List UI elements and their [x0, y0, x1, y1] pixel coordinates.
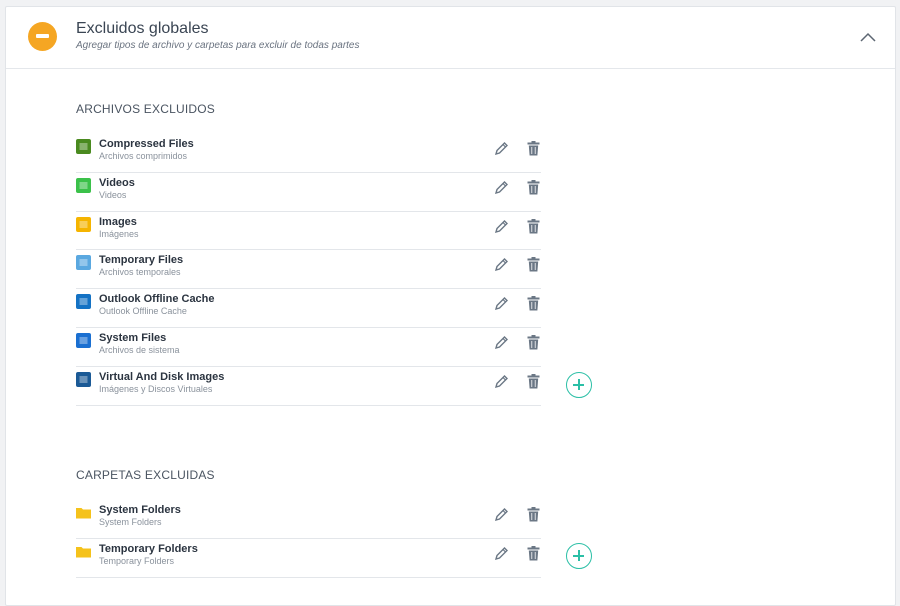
excluded-file-row: Outlook Offline Cache Outlook Offline Cac…: [76, 289, 541, 328]
excluded-folder-description: System Folders: [99, 517, 162, 527]
system-folder-icon: [76, 505, 91, 520]
excluded-file-row: Videos Videos: [76, 173, 541, 212]
edit-pencil-icon[interactable]: [494, 141, 509, 156]
excluded-folder-name: Temporary Folders: [99, 542, 198, 555]
panel-header: Excluidos globales Agregar tipos de arch…: [6, 7, 895, 69]
excluded-file-name: Compressed Files: [99, 138, 194, 150]
edit-pencil-icon[interactable]: [494, 257, 509, 272]
delete-trash-icon[interactable]: [527, 507, 540, 522]
excluded-file-description: Archivos de sistema: [99, 344, 180, 355]
files-section-title: ARCHIVOS EXCLUIDOS: [76, 102, 215, 116]
excluded-folders-list: System Folders System Folders Temporary Fo…: [76, 500, 541, 578]
excluded-file-name: Virtual And Disk Images: [99, 370, 225, 383]
collapse-button[interactable]: [858, 29, 878, 45]
zip-file-icon: [76, 139, 91, 154]
add-file-type-button[interactable]: [566, 372, 592, 398]
delete-trash-icon[interactable]: [527, 545, 540, 561]
excluded-file-row: Compressed Files Archivos comprimidos: [76, 134, 541, 173]
excluded-file-description: Imágenes: [99, 228, 139, 239]
excluded-file-row: System Files Archivos de sistema: [76, 328, 541, 367]
folder-icon: [76, 544, 91, 559]
edit-pencil-icon[interactable]: [494, 180, 509, 195]
excluded-file-description: Imágenes y Discos Virtuales: [99, 383, 213, 394]
excluded-file-description: Archivos temporales: [99, 267, 181, 278]
delete-trash-icon[interactable]: [527, 296, 540, 311]
excluded-file-name: Images: [99, 215, 137, 228]
delete-trash-icon[interactable]: [527, 373, 540, 389]
edit-pencil-icon[interactable]: [494, 546, 509, 561]
excluded-files-list: Compressed Files Archivos comprimidos Vide…: [76, 134, 541, 406]
delete-trash-icon[interactable]: [527, 141, 540, 156]
edit-pencil-icon[interactable]: [494, 507, 509, 522]
excluded-folder-description: Temporary Folders: [99, 555, 175, 566]
delete-trash-icon[interactable]: [527, 218, 540, 234]
excluded-folder-name: System Folders: [99, 504, 181, 516]
delete-trash-icon[interactable]: [527, 257, 540, 272]
excluded-file-description: Archivos comprimidos: [99, 151, 188, 161]
iso-file-icon: [76, 371, 91, 387]
delete-trash-icon[interactable]: [527, 179, 540, 195]
minus-circle-icon: [28, 22, 57, 51]
excluded-file-name: Videos: [99, 176, 135, 189]
edit-pencil-icon[interactable]: [494, 219, 509, 234]
delete-trash-icon[interactable]: [527, 334, 540, 350]
add-folder-button[interactable]: [566, 543, 592, 569]
panel-subtitle: Agregar tipos de archivo y carpetas para…: [76, 40, 360, 51]
excluded-file-row: Temporary Files Archivos temporales: [76, 250, 541, 290]
excluded-folder-row: System Folders System Folders: [76, 500, 541, 539]
system-file-icon: [76, 332, 91, 348]
global-exclusions-panel: Excluidos globales Agregar tipos de arch…: [5, 6, 896, 606]
excluded-file-description: Videos: [99, 189, 127, 200]
image-file-icon: [76, 216, 91, 232]
excluded-file-name: System Files: [99, 331, 167, 344]
folders-section-title: CARPETAS EXCLUIDAS: [76, 468, 215, 482]
panel-title: Excluidos globales: [76, 20, 209, 37]
video-file-icon: [76, 177, 91, 193]
outlook-icon: [76, 294, 91, 310]
excluded-folder-row: Temporary Folders Temporary Folders: [76, 539, 541, 578]
edit-pencil-icon[interactable]: [494, 374, 509, 389]
tmp-file-icon: [76, 255, 91, 271]
edit-pencil-icon[interactable]: [494, 296, 509, 311]
excluded-file-name: Temporary Files: [99, 254, 184, 267]
edit-pencil-icon[interactable]: [494, 335, 509, 350]
excluded-file-row: Virtual And Disk Images Imágenes y Discos…: [76, 367, 541, 406]
excluded-file-row: Images Imágenes: [76, 212, 541, 251]
excluded-file-description: Outlook Offline Cache: [99, 306, 187, 317]
excluded-file-name: Outlook Offline Cache: [99, 293, 215, 306]
chevron-up-icon: [860, 32, 876, 42]
